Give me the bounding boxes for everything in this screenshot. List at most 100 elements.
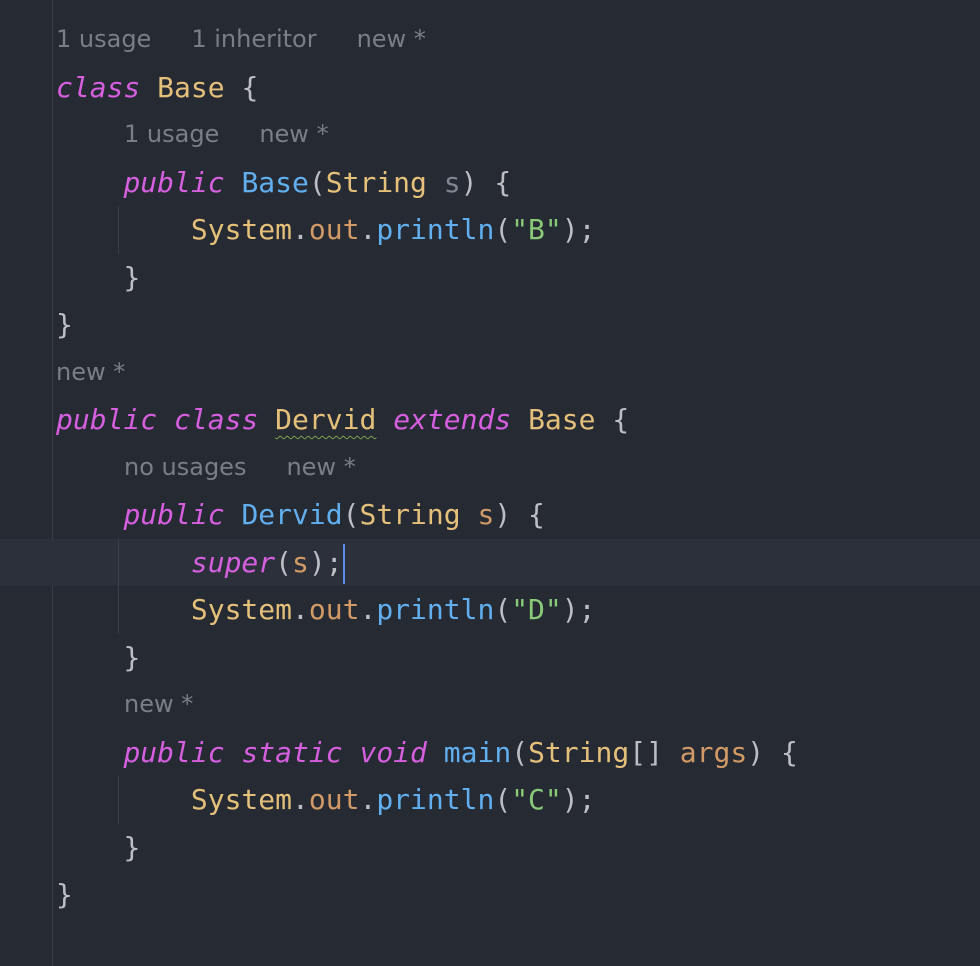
punctuation-token [343, 736, 360, 769]
usage-hint[interactable]: 1 usage [124, 120, 219, 148]
class-name-token: System [190, 593, 293, 626]
inlay-hints[interactable]: 1 usage 1 inheritor new * [56, 16, 980, 64]
parameter-token: s [292, 545, 309, 579]
parameter-token: s [477, 498, 495, 531]
text-caret [342, 543, 345, 584]
punctuation-token [225, 166, 242, 199]
code-line[interactable]: class Base { [56, 64, 980, 112]
method-name-token: Dervid [241, 498, 343, 531]
punctuation-token [461, 498, 478, 531]
code-editor[interactable]: 1 usage 1 inheritor new * class Base {1 usa… [0, 16, 980, 919]
code-line[interactable]: } [56, 824, 980, 872]
indent-guide [118, 776, 119, 824]
indent-guide [118, 586, 119, 634]
punctuation-token: ( [494, 783, 512, 816]
class-name-token: Dervid [275, 403, 377, 436]
punctuation-token [376, 403, 393, 436]
inlay-hints[interactable]: 1 usage new * [56, 111, 980, 159]
usage-hint[interactable]: new * [286, 453, 355, 481]
punctuation-token: ( [342, 498, 360, 531]
punctuation-token: } [123, 830, 141, 864]
code-line[interactable]: public Dervid(String s) { [56, 491, 980, 539]
code-line[interactable]: } [56, 634, 980, 682]
method-name-token: main [443, 735, 512, 769]
punctuation-token: ) { [460, 165, 512, 199]
punctuation-token: } [123, 640, 141, 674]
punctuation-token: ); [561, 213, 596, 246]
class-name-token: System [190, 213, 293, 246]
punctuation-token: . [359, 593, 377, 626]
punctuation-token: ); [308, 545, 343, 579]
field-token: out [308, 593, 360, 626]
code-line[interactable]: System.out.println("B"); [56, 206, 980, 254]
usage-hint[interactable]: new * [124, 690, 193, 718]
punctuation-token: } [56, 308, 73, 341]
method-name-token: println [376, 783, 495, 816]
indent-guide [118, 206, 119, 254]
class-name-token: String [528, 735, 630, 769]
indent-guide [118, 538, 119, 586]
punctuation-token [511, 403, 528, 436]
code-line[interactable]: super(s); [0, 538, 980, 586]
punctuation-token: . [292, 213, 309, 246]
keyword-token: void [359, 735, 427, 769]
punctuation-token: . [292, 593, 309, 626]
usage-hint[interactable]: no usages [124, 453, 246, 481]
code-line[interactable]: public static void main(String[] args) { [56, 729, 980, 777]
code-line[interactable]: public Base(String s) { [56, 159, 980, 207]
inlay-hints[interactable]: no usages new * [56, 444, 980, 492]
method-name-token: println [376, 593, 495, 626]
unused-parameter-token: s [443, 165, 461, 199]
inlay-hints[interactable]: new * [56, 681, 980, 729]
class-name-token: Base [157, 70, 225, 104]
keyword-token: public [123, 498, 225, 531]
code-line[interactable]: } [56, 301, 980, 349]
punctuation-token: { [595, 403, 630, 436]
method-name-token: println [376, 213, 495, 246]
punctuation-token: ( [275, 545, 293, 579]
punctuation-token [427, 166, 444, 199]
punctuation-token: ( [511, 735, 529, 769]
punctuation-token: [] [629, 735, 680, 769]
gutter-divider [52, 0, 53, 966]
keyword-token: extends [393, 403, 512, 436]
punctuation-token: ) { [747, 735, 798, 769]
class-name-token: String [325, 165, 427, 199]
string-literal-token: "B" [511, 213, 562, 246]
keyword-token: public [56, 403, 158, 436]
inlay-hints[interactable]: new * [56, 349, 980, 397]
punctuation-token [140, 71, 157, 104]
punctuation-token: . [359, 213, 377, 246]
punctuation-token [225, 736, 242, 769]
string-literal-token: "C" [511, 783, 562, 816]
parameter-token: args [679, 735, 748, 769]
usage-hint[interactable]: new * [259, 120, 328, 148]
class-name-token: System [190, 783, 293, 816]
usage-hint[interactable]: new * [56, 358, 125, 386]
keyword-token: class [56, 70, 141, 104]
code-line[interactable]: System.out.println("C"); [56, 776, 980, 824]
punctuation-token [157, 403, 174, 436]
punctuation-token: ( [494, 593, 512, 626]
method-name-token: Base [241, 165, 309, 199]
field-token: out [308, 213, 360, 246]
punctuation-token: . [359, 783, 377, 816]
punctuation-token: ); [561, 593, 596, 626]
code-line[interactable]: public class Dervid extends Base { [56, 396, 980, 444]
usage-hint[interactable]: 1 inheritor [191, 25, 316, 53]
keyword-token: class [174, 403, 259, 436]
punctuation-token: } [56, 878, 73, 911]
usage-hint[interactable]: 1 usage [56, 25, 151, 53]
punctuation-token: } [123, 260, 141, 294]
class-name-token: Base [528, 403, 596, 436]
usage-hint[interactable]: new * [357, 25, 426, 53]
code-line[interactable]: } [56, 871, 980, 919]
punctuation-token [225, 498, 242, 531]
keyword-token: super [190, 545, 276, 579]
punctuation-token [427, 736, 444, 769]
punctuation-token: ( [494, 213, 512, 246]
code-line[interactable]: } [56, 254, 980, 302]
punctuation-token [258, 403, 275, 436]
class-name-token: String [359, 498, 461, 531]
code-line[interactable]: System.out.println("D"); [56, 586, 980, 634]
